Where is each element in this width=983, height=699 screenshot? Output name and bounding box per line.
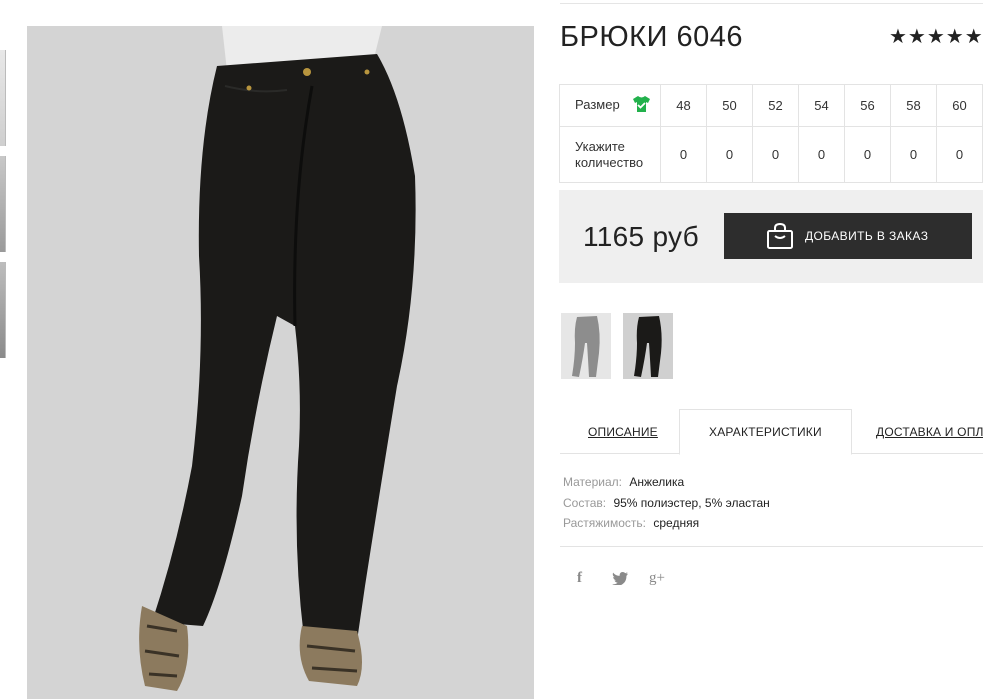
size-cell[interactable]: 56 [844, 84, 891, 127]
product-thumb-grey[interactable] [561, 313, 611, 379]
top-divider [560, 3, 983, 4]
googleplus-icon[interactable]: g+ [649, 570, 665, 587]
tab-delivery-clip: ДОСТАВКА И ОПЛАТА [860, 410, 983, 450]
property-value: 95% полиэстер, 5% эластан [613, 495, 770, 510]
add-to-order-label: ДОБАВИТЬ В ЗАКАЗ [805, 229, 929, 243]
quantity-input[interactable]: 0 [798, 126, 845, 183]
size-table: Размер 48 50 52 54 56 58 60 Укажите коли… [559, 84, 983, 183]
property-stretch: Растяжимость: средняя [563, 513, 770, 534]
quantity-input[interactable]: 0 [936, 126, 983, 183]
tshirt-icon[interactable] [633, 95, 651, 116]
size-row: Размер 48 50 52 54 56 58 60 [559, 84, 983, 127]
facebook-icon[interactable]: f [577, 570, 582, 587]
size-cell[interactable]: 50 [706, 84, 753, 127]
quantity-input[interactable]: 0 [706, 126, 753, 183]
twitter-icon[interactable] [612, 572, 628, 589]
quantity-input[interactable]: 0 [752, 126, 799, 183]
property-value: средняя [653, 516, 700, 530]
main-product-photo[interactable] [27, 26, 534, 699]
property-label: Состав: [563, 495, 607, 510]
quantity-input[interactable]: 0 [660, 126, 707, 183]
price-block: 1165 руб ДОБАВИТЬ В ЗАКАЗ [559, 190, 983, 283]
quantity-row: Укажите количество 0 0 0 0 0 0 0 [559, 126, 983, 183]
rating-stars[interactable]: ★★★★★ [889, 24, 983, 49]
property-value: Анжелика [629, 475, 685, 489]
characteristics-list: Материал: Анжелика Состав: 95% полиэстер… [563, 472, 770, 534]
size-label: Размер [575, 96, 620, 112]
bottom-divider [560, 546, 983, 547]
gallery-thumb-2[interactable] [0, 156, 6, 252]
add-to-order-button[interactable]: ДОБАВИТЬ В ЗАКАЗ [724, 213, 972, 259]
quantity-input[interactable]: 0 [890, 126, 937, 183]
property-label: Материал: [563, 475, 622, 489]
size-cell[interactable]: 58 [890, 84, 937, 127]
size-label-cell: Размер [559, 84, 661, 127]
shopping-bag-icon [766, 222, 794, 253]
gallery-thumb-1[interactable] [0, 50, 6, 146]
tab-description[interactable]: ОПИСАНИЕ [588, 425, 658, 439]
tab-delivery[interactable]: ДОСТАВКА И ОПЛАТА [876, 425, 983, 439]
size-cell[interactable]: 52 [752, 84, 799, 127]
property-material: Материал: Анжелика [563, 472, 770, 493]
property-composition: Состав: 95% полиэстер, 5% эластан [563, 493, 770, 514]
size-cell[interactable]: 60 [936, 84, 983, 127]
gallery-thumb-3[interactable] [0, 262, 6, 358]
size-cell[interactable]: 54 [798, 84, 845, 127]
quantity-input[interactable]: 0 [844, 126, 891, 183]
property-label: Растяжимость: [563, 516, 647, 530]
quantity-label: Укажите количество [559, 126, 661, 183]
price-value: 1165 руб [583, 221, 699, 252]
product-title: БРЮКИ 6046 [560, 21, 743, 53]
size-cell[interactable]: 48 [660, 84, 707, 127]
tab-characteristics[interactable]: ХАРАКТЕРИСТИКИ [709, 425, 822, 439]
product-thumb-black[interactable] [623, 313, 673, 379]
